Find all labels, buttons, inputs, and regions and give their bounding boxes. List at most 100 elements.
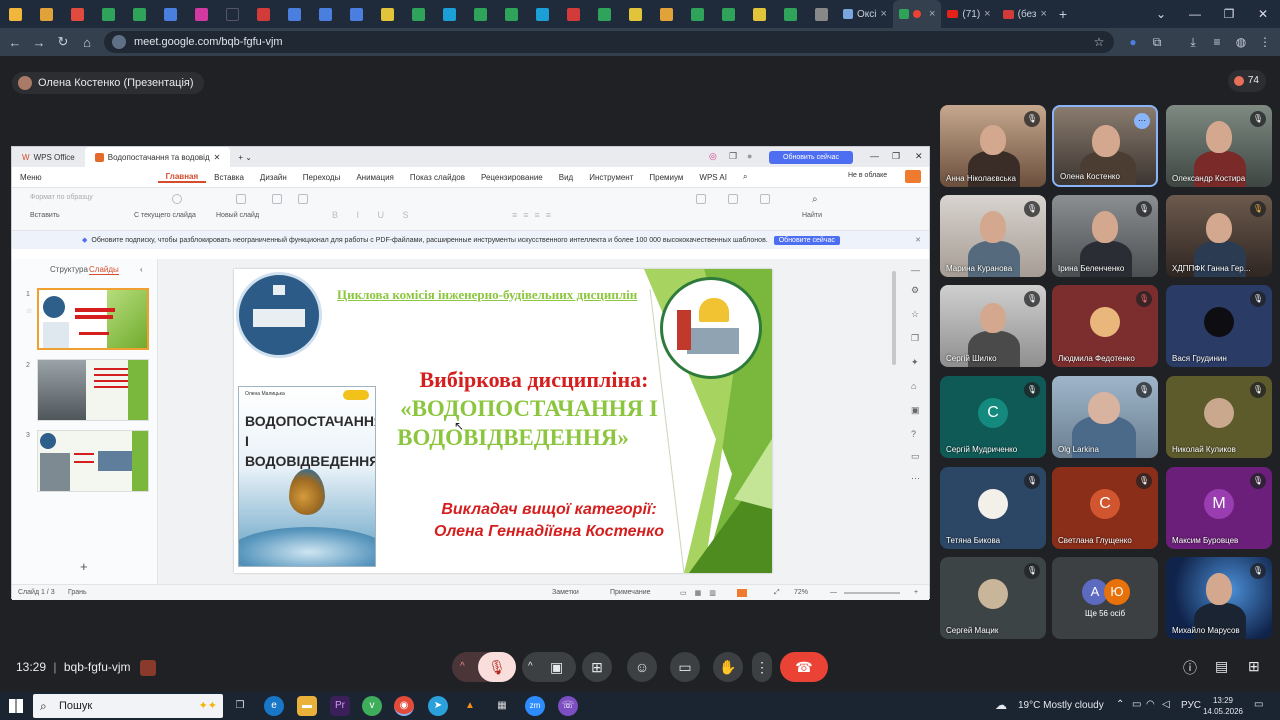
chevron-down-icon[interactable]: ⌄: [1144, 0, 1178, 28]
more-options-button[interactable]: ⋮: [752, 652, 772, 682]
browser-tab[interactable]: [0, 0, 31, 28]
vlc-icon[interactable]: ▲: [460, 696, 480, 716]
participant-tile[interactable]: 🎙 Анна Ніколаєвська: [940, 105, 1046, 187]
close-icon[interactable]: ✕: [214, 153, 221, 162]
participant-tile[interactable]: 🎙 Сергій Шилко: [940, 285, 1046, 367]
mic-off-button[interactable]: 🎙: [478, 652, 516, 682]
close-icon[interactable]: ✕: [1246, 0, 1280, 28]
format-painter-button[interactable]: Формат по образцу: [30, 194, 93, 201]
arrange-icon[interactable]: [760, 194, 770, 204]
browser-tab[interactable]: [62, 0, 93, 28]
browser-tab[interactable]: [620, 0, 651, 28]
leave-call-button[interactable]: ☎: [780, 652, 828, 682]
browser-tab[interactable]: [155, 0, 186, 28]
collapse-icon[interactable]: ‹: [140, 265, 143, 274]
windows-start-icon[interactable]: [9, 699, 23, 713]
ribbon-tab-insert[interactable]: Вставка: [206, 173, 252, 182]
animation-icon[interactable]: ✦: [911, 357, 919, 368]
browser-tab[interactable]: [341, 0, 372, 28]
ribbon-tab-wps-ai[interactable]: WPS AI: [691, 173, 735, 182]
browser-tab[interactable]: [651, 0, 682, 28]
help-icon[interactable]: ?: [911, 429, 916, 439]
ribbon-tab-transitions[interactable]: Переходы: [295, 173, 349, 182]
zoom-slider[interactable]: [844, 592, 900, 594]
present-button[interactable]: ⊞: [582, 652, 612, 682]
participant-tile-active-speaker[interactable]: ⋯ Олена Костенко: [1052, 105, 1158, 187]
from-current-slide-button[interactable]: С текущего слайда: [134, 212, 196, 219]
wifi-icon[interactable]: ◠: [1146, 699, 1155, 710]
chevron-up-icon[interactable]: ^: [528, 652, 533, 682]
more-participants-tile[interactable]: А Ю Ще 56 осіб: [1052, 557, 1158, 639]
browser-tab[interactable]: [93, 0, 124, 28]
close-icon[interactable]: ×: [929, 8, 935, 20]
fit-icon[interactable]: ⤢: [774, 589, 780, 597]
wps-office-tab[interactable]: W WPS Office: [12, 147, 85, 167]
emoji-button[interactable]: ☺: [627, 652, 657, 682]
window-icon[interactable]: ❐: [729, 151, 737, 162]
more-vert-icon[interactable]: ⋮: [1254, 28, 1276, 56]
notes-icon[interactable]: ▦: [492, 696, 512, 716]
share-icon[interactable]: [905, 170, 921, 183]
find-button[interactable]: Найти: [802, 212, 822, 219]
cloud-status[interactable]: Не в облаке: [848, 172, 887, 179]
new-slide-button[interactable]: Новый слайд: [216, 212, 259, 219]
participant-tile[interactable]: 🎙 Михайло Марусов: [1166, 557, 1272, 639]
comment-icon[interactable]: ▭: [911, 451, 920, 462]
browser-tab[interactable]: [527, 0, 558, 28]
browser-tab[interactable]: [434, 0, 465, 28]
search-icon[interactable]: ⌕: [735, 172, 755, 182]
captions-button[interactable]: ▭: [670, 652, 700, 682]
browser-tab[interactable]: [775, 0, 806, 28]
participant-tile[interactable]: 🎙 Ірина Беленченко: [1052, 195, 1158, 277]
reload-icon[interactable]: ↻: [51, 34, 75, 50]
browser-tab[interactable]: [589, 0, 620, 28]
camera-button[interactable]: ▣: [550, 652, 563, 682]
menu-main[interactable]: Меню: [12, 173, 50, 182]
search-icon[interactable]: ⌕: [812, 194, 818, 205]
copy-icon[interactable]: ❐: [911, 333, 919, 344]
forward-icon[interactable]: →: [27, 35, 51, 50]
browser-tab[interactable]: [279, 0, 310, 28]
zoom-out-icon[interactable]: —: [830, 589, 837, 596]
info-icon[interactable]: ⓘ: [1183, 658, 1197, 678]
browser-tab[interactable]: [713, 0, 744, 28]
paste-button[interactable]: Вставить: [30, 212, 60, 219]
tray-chevron-icon[interactable]: ⌃: [1116, 699, 1124, 710]
browser-tab[interactable]: [31, 0, 62, 28]
theme-name[interactable]: Грань: [68, 589, 87, 596]
browser-tab[interactable]: [744, 0, 775, 28]
chat-icon[interactable]: ▤: [1215, 658, 1228, 675]
edge-icon[interactable]: e: [264, 696, 284, 716]
shapes-icon[interactable]: [696, 194, 706, 204]
premiere-icon[interactable]: Pr: [330, 696, 350, 716]
ribbon-tab-tools[interactable]: Инструмент: [581, 173, 641, 182]
chevron-up-icon[interactable]: ^: [460, 652, 465, 682]
close-icon[interactable]: ✕: [915, 236, 921, 244]
chrome-icon[interactable]: ◉: [394, 696, 414, 716]
viber-icon[interactable]: ☏: [558, 696, 578, 716]
browser-tab-gmail[interactable]: (без ×: [997, 0, 1053, 28]
weather-text[interactable]: 19°C Mostly cloudy: [1018, 700, 1104, 711]
close-icon[interactable]: ×: [1040, 8, 1046, 20]
browser-tab-meet[interactable]: ×: [892, 0, 942, 28]
presenter-label[interactable]: Олена Костенко (Презентація): [12, 72, 204, 94]
participant-tile[interactable]: 🎙 Тетяна Бикова: [940, 467, 1046, 549]
slide-canvas[interactable]: Циклова комісія інженерно-будівельних ди…: [234, 269, 772, 573]
ribbon-tab-view[interactable]: Вид: [551, 173, 581, 182]
add-slide-icon[interactable]: +: [80, 559, 88, 574]
tab-slides[interactable]: Слайды: [89, 265, 119, 275]
volume-icon[interactable]: ◁: [1162, 699, 1170, 710]
ribbon-tab-review[interactable]: Рецензирование: [473, 173, 551, 182]
participant-tile[interactable]: 🎙 Олександр Костира: [1166, 105, 1272, 187]
font-style-buttons[interactable]: B I U S: [332, 210, 417, 220]
layout-icon[interactable]: [272, 194, 282, 204]
participant-tile[interactable]: M 🎙 Максим Буровцев: [1166, 467, 1272, 549]
browser-tab-oksi[interactable]: Оксі ×: [837, 0, 893, 28]
home-icon[interactable]: ⌂: [75, 35, 99, 50]
minimize-icon[interactable]: —: [1178, 0, 1212, 28]
taskbar-search-input[interactable]: ⌕ Пошук ✦✦: [33, 694, 223, 718]
transform-icon[interactable]: ⌂: [911, 381, 916, 391]
participant-tile[interactable]: С 🎙 Светлана Глущенко: [1052, 467, 1158, 549]
presentation-icon[interactable]: [139, 660, 156, 676]
network-icon[interactable]: ▭: [1132, 699, 1141, 710]
